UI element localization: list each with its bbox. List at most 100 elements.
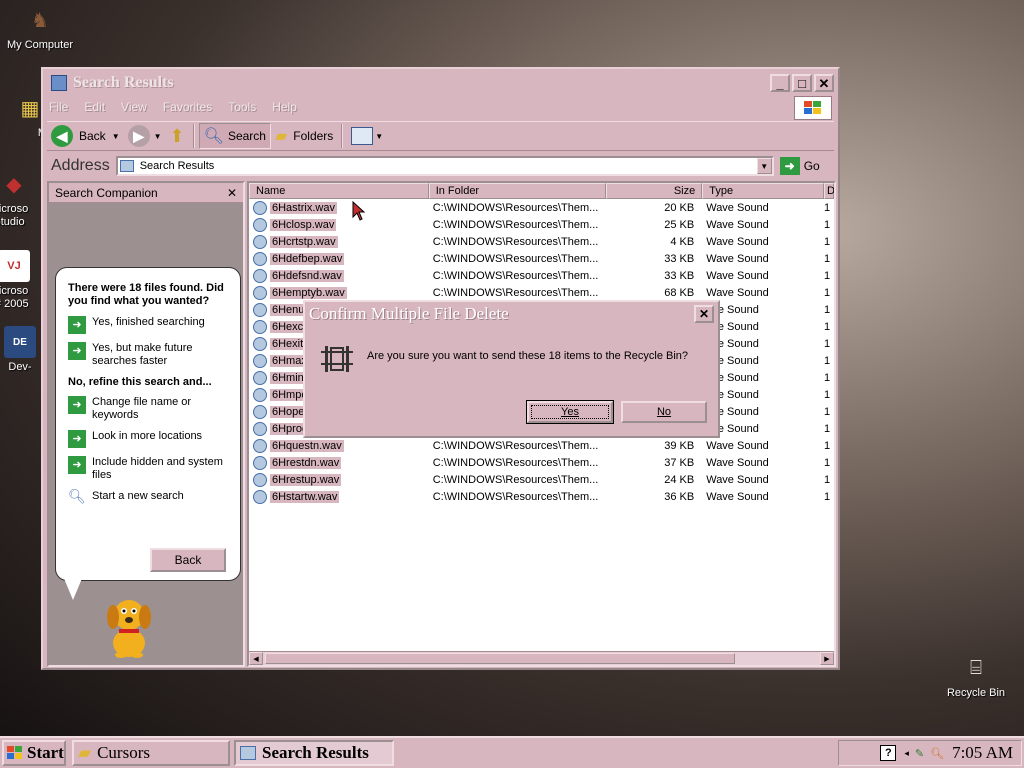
window-titlebar[interactable]: Search Results _ □ ✕ [45, 71, 836, 95]
table-row[interactable]: 6Hcrtstp.wav C:\WINDOWS\Resources\Them...… [249, 233, 834, 250]
back-button[interactable]: ◀ Back ▼ [47, 123, 124, 149]
taskbar-item-cursors[interactable]: ▰ Cursors [72, 740, 230, 766]
cell-size: 25 KB [664, 218, 695, 231]
cell-folder: C:\WINDOWS\Resources\Them... [432, 269, 599, 282]
menu-file[interactable]: File [49, 100, 68, 114]
cell-date: 1 [824, 201, 831, 214]
list-header: Name In Folder Size Type D [249, 183, 834, 199]
option-finished-searching[interactable]: ➜ Yes, finished searching [68, 316, 232, 334]
scrollbar-thumb[interactable] [265, 653, 735, 664]
column-header-name[interactable]: Name [249, 183, 429, 199]
column-header-type[interactable]: Type [702, 183, 824, 199]
green-arrow-icon: ➜ [68, 396, 86, 414]
confirm-delete-dialog: Confirm Multiple File Delete ✕ Are you s… [303, 300, 720, 438]
table-row[interactable]: 6Hrestup.wav C:\WINDOWS\Resources\Them...… [249, 471, 834, 488]
option-start-new-search[interactable]: 🔍︎ Start a new search [68, 489, 232, 508]
column-header-in-folder[interactable]: In Folder [428, 183, 607, 199]
search-companion-header: Search Companion ✕ [49, 183, 243, 203]
close-button[interactable]: ✕ [814, 74, 834, 92]
folders-button[interactable]: ▰ Folders [271, 123, 337, 149]
cell-folder: C:\WINDOWS\Resources\Them... [432, 473, 599, 486]
chevron-down-icon[interactable]: ▼ [154, 132, 162, 141]
column-header-date[interactable]: D [824, 183, 834, 199]
table-row[interactable]: 6Hemptyb.wav C:\WINDOWS\Resources\Them...… [249, 284, 834, 301]
option-more-locations[interactable]: ➜ Look in more locations [68, 430, 232, 448]
file-name: 6Hclosp.wav [270, 218, 337, 231]
desktop-icon-recycle-bin[interactable]: ⌸ Recycle Bin [936, 652, 1016, 700]
cell-type: ave Sound [706, 422, 759, 435]
taskbar-item-search-results[interactable]: Search Results [234, 740, 394, 766]
table-row[interactable]: 6Hdefsnd.wav C:\WINDOWS\Resources\Them...… [249, 267, 834, 284]
maximize-button[interactable]: □ [792, 74, 812, 92]
views-icon [351, 127, 374, 145]
cell-name: 6Hquestn.wav [249, 438, 429, 453]
network-icon[interactable]: ✎ [915, 747, 924, 760]
table-row[interactable]: 6Hdefbep.wav C:\WINDOWS\Resources\Them...… [249, 250, 834, 267]
table-row[interactable]: 6Hquestn.wav C:\WINDOWS\Resources\Them...… [249, 437, 834, 454]
address-field[interactable]: Search Results ▼ [115, 156, 774, 176]
chevron-down-icon[interactable]: ▼ [375, 132, 383, 141]
address-bar: Address Search Results ▼ ➜ Go [47, 153, 834, 179]
dialog-message: Are you sure you want to send these 18 i… [367, 350, 689, 362]
cell-type: Wave Sound [706, 201, 769, 214]
green-arrow-icon: ➜ [68, 342, 86, 360]
up-folder-button[interactable]: ⬆ [166, 123, 189, 149]
forward-button[interactable]: ▶ ▼ [124, 123, 166, 149]
cell-size: 68 KB [664, 286, 695, 299]
no-button[interactable]: No [621, 401, 707, 423]
option-include-hidden-files[interactable]: ➜ Include hidden and system files [68, 456, 232, 482]
dialog-close-button[interactable]: ✕ [694, 305, 714, 323]
wave-sound-icon [253, 336, 267, 351]
option-change-file-name[interactable]: ➜ Change file name or keywords [68, 396, 232, 422]
help-icon[interactable]: ? [880, 745, 897, 761]
scroll-right-icon[interactable]: ▶ [820, 652, 834, 665]
file-name: 6Hquestn.wav [270, 439, 344, 452]
dialog-title: Confirm Multiple File Delete [309, 304, 509, 323]
horizontal-scrollbar[interactable]: ◀ ▶ [249, 651, 834, 665]
views-button[interactable]: ▼ [347, 123, 387, 149]
go-button[interactable]: ➜ Go [779, 157, 820, 175]
close-icon[interactable]: ✕ [227, 186, 237, 200]
scroll-left-icon[interactable]: ◀ [249, 652, 263, 665]
results-question: There were 18 files found. Did you find … [68, 282, 224, 307]
search-companion-title: Search Companion [55, 185, 158, 200]
file-name: 6Hope [270, 405, 307, 418]
table-row[interactable]: 6Hstartw.wav C:\WINDOWS\Resources\Them...… [249, 488, 834, 505]
table-row[interactable]: 6Hrestdn.wav C:\WINDOWS\Resources\Them...… [249, 454, 834, 471]
table-row[interactable]: 6Hastrix.wav C:\WINDOWS\Resources\Them...… [249, 199, 834, 216]
file-name: 6Hexit [270, 337, 306, 350]
table-row[interactable]: 6Hclosp.wav C:\WINDOWS\Resources\Them... 2… [249, 216, 834, 233]
tray-expand-icon[interactable]: ◂ [904, 748, 909, 759]
window-title: Search Results [73, 74, 174, 91]
desktop-icon-my-computer[interactable]: ♞ My Computer [0, 4, 80, 52]
yes-button[interactable]: Yes [527, 401, 613, 423]
file-name: 6Henu [270, 303, 307, 316]
cell-date: 1 [824, 337, 831, 350]
option-label: Yes, finished searching [92, 316, 205, 328]
desktop-icon-vj[interactable]: VJ Microso J# 2005 [0, 250, 44, 311]
column-header-size[interactable]: Size [606, 183, 703, 199]
menu-tools[interactable]: Tools [228, 100, 256, 114]
folders-label: Folders [293, 129, 334, 143]
search-tray-icon[interactable]: 🔍︎ [930, 747, 944, 760]
no-label: No [656, 406, 672, 418]
start-button[interactable]: Start [2, 740, 66, 766]
wave-sound-icon [253, 438, 267, 453]
address-dropdown-button[interactable]: ▼ [756, 158, 772, 174]
option-label: Start a new search [92, 490, 184, 502]
cell-type: ave Sound [706, 303, 759, 316]
clock[interactable]: 7:05 AM [952, 743, 1013, 763]
wave-sound-icon [253, 268, 267, 283]
companion-back-button[interactable]: Back [150, 548, 226, 572]
chevron-down-icon[interactable]: ▼ [112, 132, 120, 141]
taskbar: Start ▰ Cursors Search Results ? ◂ ✎ 🔍︎ … [0, 736, 1024, 768]
menu-help[interactable]: Help [272, 100, 297, 114]
desktop-icon-visual-studio[interactable]: ◆ Microso Studio [0, 168, 44, 229]
menu-edit[interactable]: Edit [84, 100, 105, 114]
search-button[interactable]: 🔍︎ Search [198, 123, 271, 149]
option-make-future-searches-faster[interactable]: ➜ Yes, but make future searches faster [68, 342, 232, 368]
search-dog-icon [107, 600, 151, 658]
menu-favorites[interactable]: Favorites [163, 100, 212, 114]
menu-view[interactable]: View [121, 100, 147, 114]
minimize-button[interactable]: _ [770, 74, 790, 92]
